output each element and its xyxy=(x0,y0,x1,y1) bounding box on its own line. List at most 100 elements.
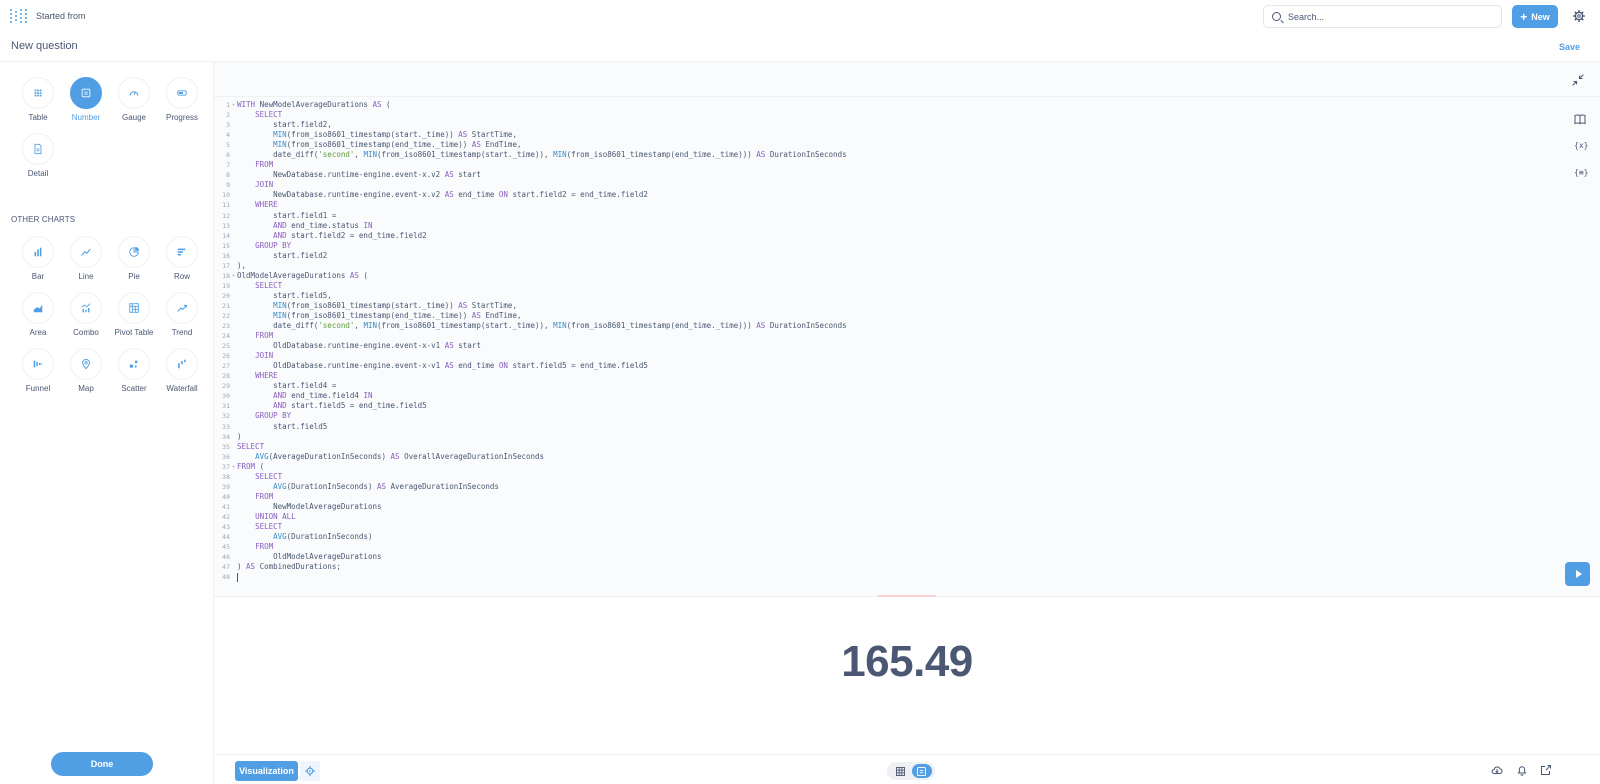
visualization-button[interactable]: Visualization xyxy=(235,761,298,781)
code-line[interactable]: 24 FROM xyxy=(214,331,1534,341)
table-view-toggle[interactable] xyxy=(891,764,911,778)
new-button[interactable]: + New xyxy=(1512,5,1558,28)
code-line[interactable]: 31 AND start.field5 = end_time.field5 xyxy=(214,401,1534,411)
code-line[interactable]: 48 xyxy=(214,572,1534,582)
code-line[interactable]: 46 OldModelAverageDurations xyxy=(214,552,1534,562)
viz-option-waterfall[interactable]: Waterfall xyxy=(158,348,206,393)
viz-option-button[interactable] xyxy=(118,77,150,109)
viz-option-progress[interactable]: Progress xyxy=(158,77,206,122)
variable-icon[interactable]: {x} xyxy=(1574,140,1588,152)
viz-option-detail[interactable]: Detail xyxy=(14,133,62,178)
collapse-editor-icon[interactable] xyxy=(1572,74,1584,86)
visualization-view-toggle[interactable] xyxy=(911,764,932,778)
viz-option-table[interactable]: Table xyxy=(14,77,62,122)
viz-option-trend[interactable]: Trend xyxy=(158,292,206,337)
viz-option-row[interactable]: Row xyxy=(158,236,206,281)
code-line[interactable]: 21 MIN(from_iso8601_timestamp(start._tim… xyxy=(214,301,1534,311)
code-line[interactable]: 4 MIN(from_iso8601_timestamp(start._time… xyxy=(214,130,1534,140)
viz-option-button[interactable] xyxy=(166,348,198,380)
code-area[interactable]: 1 ▾ WITH NewModelAverageDurations AS (2 SE… xyxy=(214,100,1534,582)
viz-option-button[interactable] xyxy=(70,348,102,380)
code-line[interactable]: 34) xyxy=(214,432,1534,442)
code-line[interactable]: 19 SELECT xyxy=(214,281,1534,291)
download-icon[interactable] xyxy=(1491,764,1503,776)
sql-editor[interactable]: 1 ▾ WITH NewModelAverageDurations AS (2 SE… xyxy=(214,62,1600,597)
code-line[interactable]: 27 OldDatabase.runtime-engine.event-x-v1… xyxy=(214,361,1534,371)
code-line[interactable]: 18 ▾ OldModelAverageDurations AS ( xyxy=(214,271,1534,281)
code-line[interactable]: 43 SELECT xyxy=(214,522,1534,532)
viz-option-button[interactable] xyxy=(22,133,54,165)
code-line[interactable]: 26 JOIN xyxy=(214,351,1534,361)
code-line[interactable]: 9 JOIN xyxy=(214,180,1534,190)
viz-option-number[interactable]: Number xyxy=(62,77,110,122)
code-line[interactable]: 5 MIN(from_iso8601_timestamp(end_time._t… xyxy=(214,140,1534,150)
viz-option-combo[interactable]: Combo xyxy=(62,292,110,337)
view-switch[interactable] xyxy=(887,762,935,780)
code-line[interactable]: 16 start.field2 xyxy=(214,251,1534,261)
viz-option-bar[interactable]: Bar xyxy=(14,236,62,281)
viz-option-pie[interactable]: Pie xyxy=(110,236,158,281)
viz-option-funnel[interactable]: Funnel xyxy=(14,348,62,393)
viz-option-button[interactable] xyxy=(22,292,54,324)
code-line[interactable]: 14 AND start.field2 = end_time.field2 xyxy=(214,231,1534,241)
search-bar[interactable] xyxy=(1263,5,1502,28)
viz-option-area[interactable]: Area xyxy=(14,292,62,337)
code-line[interactable]: 47) AS CombinedDurations; xyxy=(214,562,1534,572)
book-icon[interactable] xyxy=(1574,113,1586,125)
code-line[interactable]: 39 AVG(DurationInSeconds) AS AverageDura… xyxy=(214,482,1534,492)
code-line[interactable]: 35 SELECT xyxy=(214,442,1534,452)
viz-option-scatter[interactable]: Scatter xyxy=(110,348,158,393)
code-line[interactable]: 41 NewModelAverageDurations xyxy=(214,502,1534,512)
viz-option-button[interactable] xyxy=(166,236,198,268)
fold-chevron-icon[interactable]: ▾ xyxy=(230,271,237,281)
code-line[interactable]: 33 start.field5 xyxy=(214,422,1534,432)
fold-chevron-icon[interactable]: ▾ xyxy=(230,462,237,472)
viz-option-line[interactable]: Line xyxy=(62,236,110,281)
viz-option-gauge[interactable]: Gauge xyxy=(110,77,158,122)
viz-option-button[interactable] xyxy=(70,236,102,268)
viz-option-button[interactable] xyxy=(70,77,102,109)
done-button[interactable]: Done xyxy=(51,752,153,776)
share-icon[interactable] xyxy=(1540,764,1552,776)
viz-option-button[interactable] xyxy=(118,236,150,268)
viz-option-button[interactable] xyxy=(22,348,54,380)
code-line[interactable]: 11 WHERE xyxy=(214,200,1534,210)
code-line[interactable]: 25 OldDatabase.runtime-engine.event-x-v1… xyxy=(214,341,1534,351)
viz-option-button[interactable] xyxy=(166,292,198,324)
code-line[interactable]: 37 ▾ FROM ( xyxy=(214,462,1534,472)
code-line[interactable]: 23 date_diff('second', MIN(from_iso8601_… xyxy=(214,321,1534,331)
search-input[interactable] xyxy=(1288,11,1488,22)
save-button[interactable]: Save xyxy=(1559,42,1580,52)
code-line[interactable]: 10 NewDatabase.runtime-engine.event-x.v2… xyxy=(214,190,1534,200)
code-line[interactable]: 38 SELECT xyxy=(214,472,1534,482)
code-line[interactable]: 40 FROM xyxy=(214,492,1534,502)
code-line[interactable]: 12 start.field1 = xyxy=(214,211,1534,221)
code-line[interactable]: 28 WHERE xyxy=(214,371,1534,381)
viz-option-button[interactable] xyxy=(118,348,150,380)
viz-option-button[interactable] xyxy=(166,77,198,109)
code-line[interactable]: 13 AND end_time.status IN xyxy=(214,221,1534,231)
gear-icon[interactable] xyxy=(1573,10,1585,22)
code-line[interactable]: 44 AVG(DurationInSeconds) xyxy=(214,532,1534,542)
code-line[interactable]: 29 start.field4 = xyxy=(214,381,1534,391)
code-line[interactable]: 6 date_diff('second', MIN(from_iso8601_t… xyxy=(214,150,1534,160)
code-line[interactable]: 8 NewDatabase.runtime-engine.event-x.v2 … xyxy=(214,170,1534,180)
code-line[interactable]: 20 start.field5, xyxy=(214,291,1534,301)
code-line[interactable]: 7 FROM xyxy=(214,160,1534,170)
code-line[interactable]: 45 FROM xyxy=(214,542,1534,552)
code-line[interactable]: 15 GROUP BY xyxy=(214,241,1534,251)
code-line[interactable]: 36 AVG(AverageDurationInSeconds) AS Over… xyxy=(214,452,1534,462)
code-line[interactable]: 32 GROUP BY xyxy=(214,411,1534,421)
code-line[interactable]: 30 AND end_time.field4 IN xyxy=(214,391,1534,401)
bell-icon[interactable] xyxy=(1516,764,1528,776)
code-line[interactable]: 22 MIN(from_iso8601_timestamp(end_time._… xyxy=(214,311,1534,321)
visualization-settings-button[interactable] xyxy=(300,761,320,781)
snippet-icon[interactable]: {≡} xyxy=(1574,167,1588,179)
viz-option-button[interactable] xyxy=(22,236,54,268)
viz-option-map[interactable]: Map xyxy=(62,348,110,393)
code-line[interactable]: 42 UNION ALL xyxy=(214,512,1534,522)
viz-option-button[interactable] xyxy=(70,292,102,324)
code-line[interactable]: 17), xyxy=(214,261,1534,271)
viz-option-button[interactable] xyxy=(118,292,150,324)
code-line[interactable]: 3 start.field2, xyxy=(214,120,1534,130)
